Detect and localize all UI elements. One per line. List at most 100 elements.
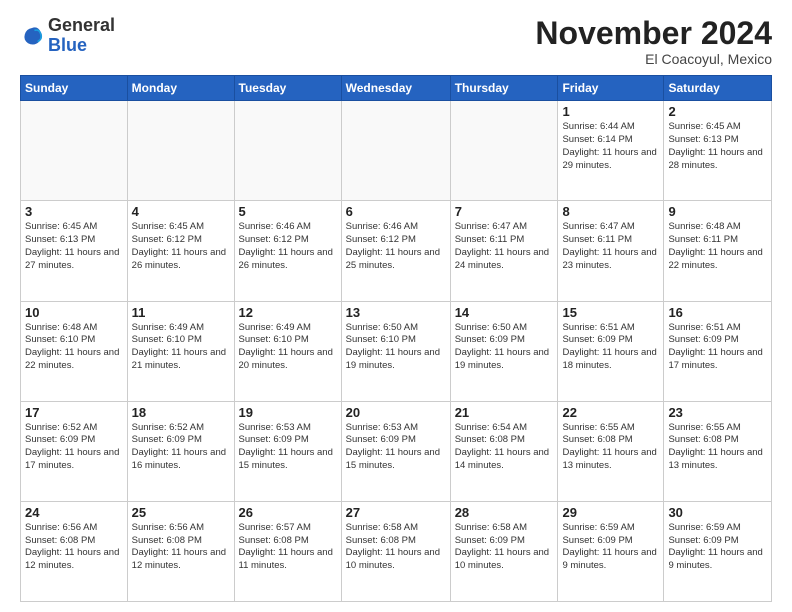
day-info: Sunrise: 6:53 AM Sunset: 6:09 PM Dayligh… <box>346 422 446 473</box>
calendar-cell: 1 Sunrise: 6:44 AM Sunset: 6:14 PM Daylig… <box>558 101 664 201</box>
col-monday: Monday <box>127 76 234 101</box>
day-number: 24 <box>25 505 123 520</box>
calendar-cell: 24 Sunrise: 6:56 AM Sunset: 6:08 PM Dayli… <box>21 501 128 601</box>
calendar-cell: 25 Sunrise: 6:56 AM Sunset: 6:08 PM Dayli… <box>127 501 234 601</box>
day-number: 14 <box>455 305 554 320</box>
day-number: 16 <box>668 305 767 320</box>
calendar-cell: 14 Sunrise: 6:50 AM Sunset: 6:09 PM Dayli… <box>450 301 558 401</box>
day-info: Sunrise: 6:46 AM Sunset: 6:12 PM Dayligh… <box>346 221 446 272</box>
day-info: Sunrise: 6:50 AM Sunset: 6:09 PM Dayligh… <box>455 322 554 373</box>
calendar-cell: 2 Sunrise: 6:45 AM Sunset: 6:13 PM Daylig… <box>664 101 772 201</box>
day-number: 27 <box>346 505 446 520</box>
col-sunday: Sunday <box>21 76 128 101</box>
day-info: Sunrise: 6:48 AM Sunset: 6:11 PM Dayligh… <box>668 221 767 272</box>
day-info: Sunrise: 6:45 AM Sunset: 6:12 PM Dayligh… <box>132 221 230 272</box>
calendar-cell: 26 Sunrise: 6:57 AM Sunset: 6:08 PM Dayli… <box>234 501 341 601</box>
calendar-cell: 28 Sunrise: 6:58 AM Sunset: 6:09 PM Dayli… <box>450 501 558 601</box>
month-title: November 2024 <box>535 16 772 51</box>
day-info: Sunrise: 6:48 AM Sunset: 6:10 PM Dayligh… <box>25 322 123 373</box>
calendar-week-3: 10 Sunrise: 6:48 AM Sunset: 6:10 PM Dayli… <box>21 301 772 401</box>
location: El Coacoyul, Mexico <box>535 51 772 67</box>
day-info: Sunrise: 6:47 AM Sunset: 6:11 PM Dayligh… <box>562 221 659 272</box>
day-info: Sunrise: 6:51 AM Sunset: 6:09 PM Dayligh… <box>562 322 659 373</box>
day-number: 1 <box>562 104 659 119</box>
col-wednesday: Wednesday <box>341 76 450 101</box>
day-number: 19 <box>239 405 337 420</box>
day-number: 28 <box>455 505 554 520</box>
header: General Blue November 2024 El Coacoyul, … <box>20 16 772 67</box>
day-number: 26 <box>239 505 337 520</box>
day-number: 29 <box>562 505 659 520</box>
col-saturday: Saturday <box>664 76 772 101</box>
col-friday: Friday <box>558 76 664 101</box>
day-number: 15 <box>562 305 659 320</box>
day-number: 12 <box>239 305 337 320</box>
day-info: Sunrise: 6:55 AM Sunset: 6:08 PM Dayligh… <box>668 422 767 473</box>
day-info: Sunrise: 6:45 AM Sunset: 6:13 PM Dayligh… <box>25 221 123 272</box>
day-number: 8 <box>562 204 659 219</box>
day-info: Sunrise: 6:44 AM Sunset: 6:14 PM Dayligh… <box>562 121 659 172</box>
calendar-week-5: 24 Sunrise: 6:56 AM Sunset: 6:08 PM Dayli… <box>21 501 772 601</box>
calendar-cell: 13 Sunrise: 6:50 AM Sunset: 6:10 PM Dayli… <box>341 301 450 401</box>
day-info: Sunrise: 6:55 AM Sunset: 6:08 PM Dayligh… <box>562 422 659 473</box>
day-info: Sunrise: 6:52 AM Sunset: 6:09 PM Dayligh… <box>25 422 123 473</box>
calendar-cell: 22 Sunrise: 6:55 AM Sunset: 6:08 PM Dayli… <box>558 401 664 501</box>
day-number: 30 <box>668 505 767 520</box>
day-number: 21 <box>455 405 554 420</box>
calendar-cell: 19 Sunrise: 6:53 AM Sunset: 6:09 PM Dayli… <box>234 401 341 501</box>
calendar-cell: 10 Sunrise: 6:48 AM Sunset: 6:10 PM Dayli… <box>21 301 128 401</box>
calendar-week-2: 3 Sunrise: 6:45 AM Sunset: 6:13 PM Daylig… <box>21 201 772 301</box>
day-number: 17 <box>25 405 123 420</box>
day-number: 25 <box>132 505 230 520</box>
calendar-cell <box>127 101 234 201</box>
title-block: November 2024 El Coacoyul, Mexico <box>535 16 772 67</box>
calendar-cell: 9 Sunrise: 6:48 AM Sunset: 6:11 PM Daylig… <box>664 201 772 301</box>
day-info: Sunrise: 6:51 AM Sunset: 6:09 PM Dayligh… <box>668 322 767 373</box>
calendar-cell: 12 Sunrise: 6:49 AM Sunset: 6:10 PM Dayli… <box>234 301 341 401</box>
day-number: 5 <box>239 204 337 219</box>
day-number: 3 <box>25 204 123 219</box>
calendar-cell <box>341 101 450 201</box>
day-info: Sunrise: 6:54 AM Sunset: 6:08 PM Dayligh… <box>455 422 554 473</box>
day-number: 18 <box>132 405 230 420</box>
day-number: 10 <box>25 305 123 320</box>
calendar-cell: 29Sunrise: 6:59 AM Sunset: 6:09 PM Dayli… <box>558 501 664 601</box>
day-info: Sunrise: 6:50 AM Sunset: 6:10 PM Dayligh… <box>346 322 446 373</box>
calendar-table: Sunday Monday Tuesday Wednesday Thursday… <box>20 75 772 602</box>
col-thursday: Thursday <box>450 76 558 101</box>
day-number: 23 <box>668 405 767 420</box>
day-info: Sunrise: 6:49 AM Sunset: 6:10 PM Dayligh… <box>132 322 230 373</box>
day-info: Sunrise: 6:47 AM Sunset: 6:11 PM Dayligh… <box>455 221 554 272</box>
day-info: Sunrise: 6:45 AM Sunset: 6:13 PM Dayligh… <box>668 121 767 172</box>
day-number: 13 <box>346 305 446 320</box>
page: General Blue November 2024 El Coacoyul, … <box>0 0 792 612</box>
day-info: Sunrise: 6:58 AM Sunset: 6:09 PM Dayligh… <box>455 522 554 573</box>
day-number: 4 <box>132 204 230 219</box>
day-info: Sunrise: 6:56 AM Sunset: 6:08 PM Dayligh… <box>25 522 123 573</box>
calendar-cell: 21 Sunrise: 6:54 AM Sunset: 6:08 PM Dayli… <box>450 401 558 501</box>
day-number: 20 <box>346 405 446 420</box>
calendar-cell: 27 Sunrise: 6:58 AM Sunset: 6:08 PM Dayli… <box>341 501 450 601</box>
day-number: 9 <box>668 204 767 219</box>
day-info: Sunrise: 6:58 AM Sunset: 6:08 PM Dayligh… <box>346 522 446 573</box>
calendar-cell: 7 Sunrise: 6:47 AM Sunset: 6:11 PM Daylig… <box>450 201 558 301</box>
calendar-cell <box>21 101 128 201</box>
logo-text: General Blue <box>48 16 115 56</box>
day-info: Sunrise: 6:53 AM Sunset: 6:09 PM Dayligh… <box>239 422 337 473</box>
day-number: 2 <box>668 104 767 119</box>
day-number: 22 <box>562 405 659 420</box>
calendar-cell: 8 Sunrise: 6:47 AM Sunset: 6:11 PM Daylig… <box>558 201 664 301</box>
calendar-cell <box>450 101 558 201</box>
calendar-cell: 16 Sunrise: 6:51 AM Sunset: 6:09 PM Dayli… <box>664 301 772 401</box>
calendar-cell: 6Sunrise: 6:46 AM Sunset: 6:12 PM Daylig… <box>341 201 450 301</box>
calendar-cell: 5Sunrise: 6:46 AM Sunset: 6:12 PM Daylig… <box>234 201 341 301</box>
calendar-header-row: Sunday Monday Tuesday Wednesday Thursday… <box>21 76 772 101</box>
calendar-cell: 20 Sunrise: 6:53 AM Sunset: 6:09 PM Dayli… <box>341 401 450 501</box>
day-number: 7 <box>455 204 554 219</box>
calendar-cell: 23 Sunrise: 6:55 AM Sunset: 6:08 PM Dayli… <box>664 401 772 501</box>
day-info: Sunrise: 6:49 AM Sunset: 6:10 PM Dayligh… <box>239 322 337 373</box>
day-number: 11 <box>132 305 230 320</box>
day-info: Sunrise: 6:57 AM Sunset: 6:08 PM Dayligh… <box>239 522 337 573</box>
day-info: Sunrise: 6:52 AM Sunset: 6:09 PM Dayligh… <box>132 422 230 473</box>
day-info: Sunrise: 6:56 AM Sunset: 6:08 PM Dayligh… <box>132 522 230 573</box>
